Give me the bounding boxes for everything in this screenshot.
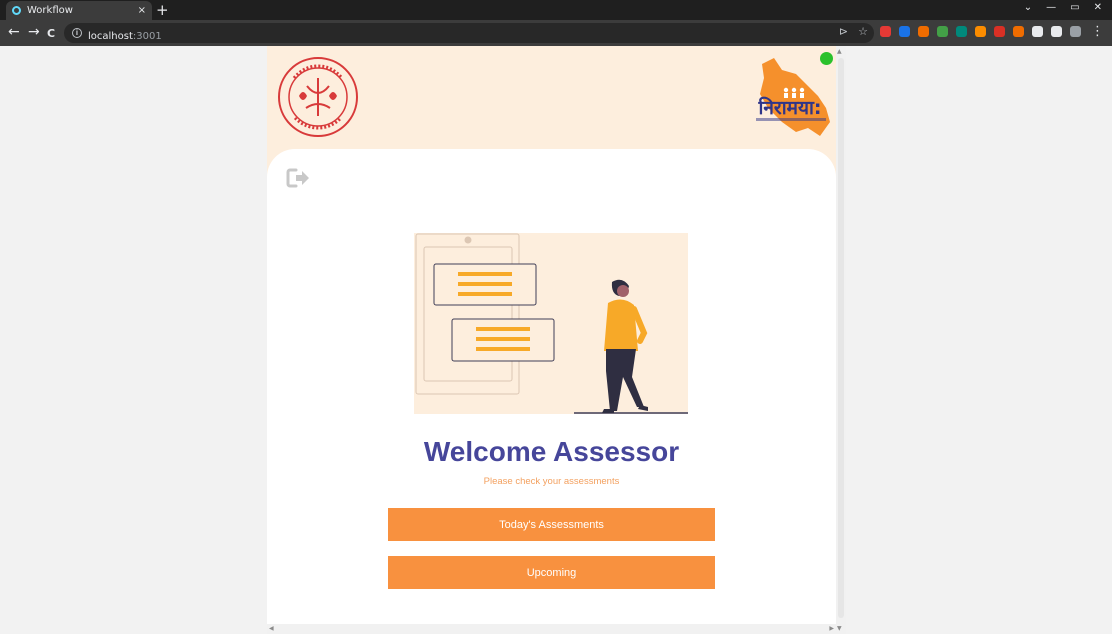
page-viewport: निरामया: Welcome Assessor Please check y… [0, 46, 1112, 634]
tab-close-icon[interactable]: × [138, 5, 146, 16]
browser-extension-icon[interactable] [975, 26, 986, 37]
browser-extension-icon[interactable] [1032, 26, 1043, 37]
browser-tab[interactable]: Workflow × [6, 1, 152, 20]
maximize-button[interactable]: ▭ [1070, 2, 1079, 13]
welcome-subtitle: Please check your assessments [483, 476, 620, 487]
browser-extension-icon[interactable] [1070, 26, 1081, 37]
state-emblem-icon [278, 57, 358, 137]
tab-title: Workflow [27, 5, 73, 16]
horizontal-scrollbar[interactable]: ◀ ▶ [267, 624, 836, 634]
welcome-title: Welcome Assessor [423, 436, 680, 467]
site-info-icon[interactable]: i [72, 28, 82, 38]
extension-icons [880, 26, 1081, 37]
svg-text:निरामया:: निरामया: [757, 96, 821, 119]
browser-toolbar: ← → C i localhost:3001 ⊳ ☆ ⋮ [0, 20, 1112, 46]
sign-out-icon[interactable] [285, 167, 311, 189]
browser-extension-icon[interactable] [1051, 26, 1062, 37]
niramaya-logo: निरामया: [756, 58, 830, 136]
browser-extension-icon[interactable] [899, 26, 910, 37]
welcome-card: Welcome Assessor Please check your asses… [267, 149, 836, 634]
scroll-up-arrow-icon[interactable]: ▲ [837, 48, 842, 55]
forward-button[interactable]: → [28, 24, 40, 40]
close-window-button[interactable]: ✕ [1094, 2, 1102, 13]
omnibox-actions: ⊳ ☆ [839, 25, 868, 38]
todays-assessments-button[interactable]: Today's Assessments [388, 508, 715, 541]
browser-extension-icon[interactable] [880, 26, 891, 37]
reload-button[interactable]: C [47, 26, 55, 42]
url-port: :3001 [132, 30, 162, 42]
person-with-documents-illustration [414, 233, 688, 414]
address-bar[interactable]: i localhost:3001 ⊳ ☆ [64, 23, 874, 43]
bookmark-star-icon[interactable]: ☆ [858, 25, 868, 38]
browser-tab-strip: Workflow × + ⌄ — ▭ ✕ [0, 0, 1112, 20]
scrollbar-thumb[interactable] [838, 58, 844, 618]
new-tab-button[interactable]: + [156, 1, 169, 19]
app-container: निरामया: Welcome Assessor Please check y… [267, 46, 836, 634]
browser-extension-icon[interactable] [937, 26, 948, 37]
vertical-scrollbar[interactable]: ▲ ▼ [836, 46, 846, 634]
back-button[interactable]: ← [8, 24, 20, 40]
browser-extension-icon[interactable] [1013, 26, 1024, 37]
window-controls: ⌄ — ▭ ✕ [1024, 2, 1102, 13]
scroll-down-arrow-icon[interactable]: ▼ [837, 625, 842, 632]
browser-extension-icon[interactable] [956, 26, 967, 37]
browser-menu-icon[interactable]: ⋮ [1091, 24, 1104, 39]
url-host: localhost [88, 30, 133, 42]
react-favicon-icon [12, 6, 21, 15]
upcoming-button[interactable]: Upcoming [388, 556, 715, 589]
browser-extension-icon[interactable] [994, 26, 1005, 37]
send-to-device-icon[interactable]: ⊳ [839, 25, 848, 38]
browser-extension-icon[interactable] [918, 26, 929, 37]
scroll-right-arrow-icon[interactable]: ▶ [829, 625, 834, 632]
scroll-left-arrow-icon[interactable]: ◀ [269, 625, 274, 632]
tab-search-icon[interactable]: ⌄ [1024, 2, 1032, 13]
minimize-button[interactable]: — [1046, 2, 1056, 13]
